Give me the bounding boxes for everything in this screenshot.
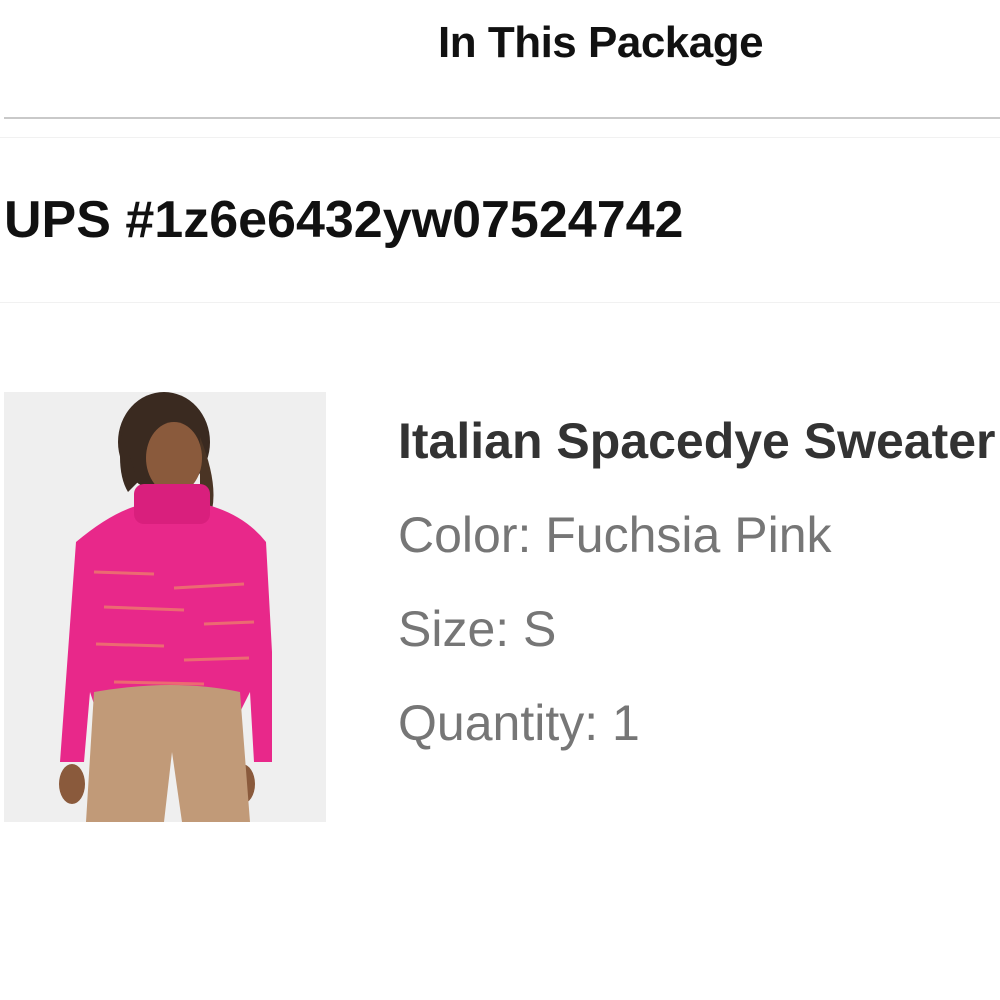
product-photo-illustration — [4, 392, 326, 822]
product-name[interactable]: Italian Spacedye Sweater — [398, 412, 996, 470]
product-image[interactable] — [4, 392, 326, 822]
page-title: In This Package — [438, 18, 764, 67]
product-color: Color: Fuchsia Pink — [398, 507, 832, 563]
tracking-section: UPS #1z6e6432yw07524742 — [0, 137, 1000, 303]
product-size: Size: S — [398, 601, 557, 657]
package-item[interactable]: Italian Spacedye Sweater Color: Fuchsia … — [0, 392, 1000, 824]
product-quantity: Quantity: 1 — [398, 695, 640, 751]
page-header: In This Package — [0, 0, 1000, 119]
header-divider — [4, 117, 1000, 119]
tracking-number[interactable]: UPS #1z6e6432yw07524742 — [4, 190, 683, 250]
product-details: Italian Spacedye Sweater Color: Fuchsia … — [398, 404, 1000, 824]
package-details-page: In This Package UPS #1z6e6432yw07524742 — [0, 0, 1000, 1000]
